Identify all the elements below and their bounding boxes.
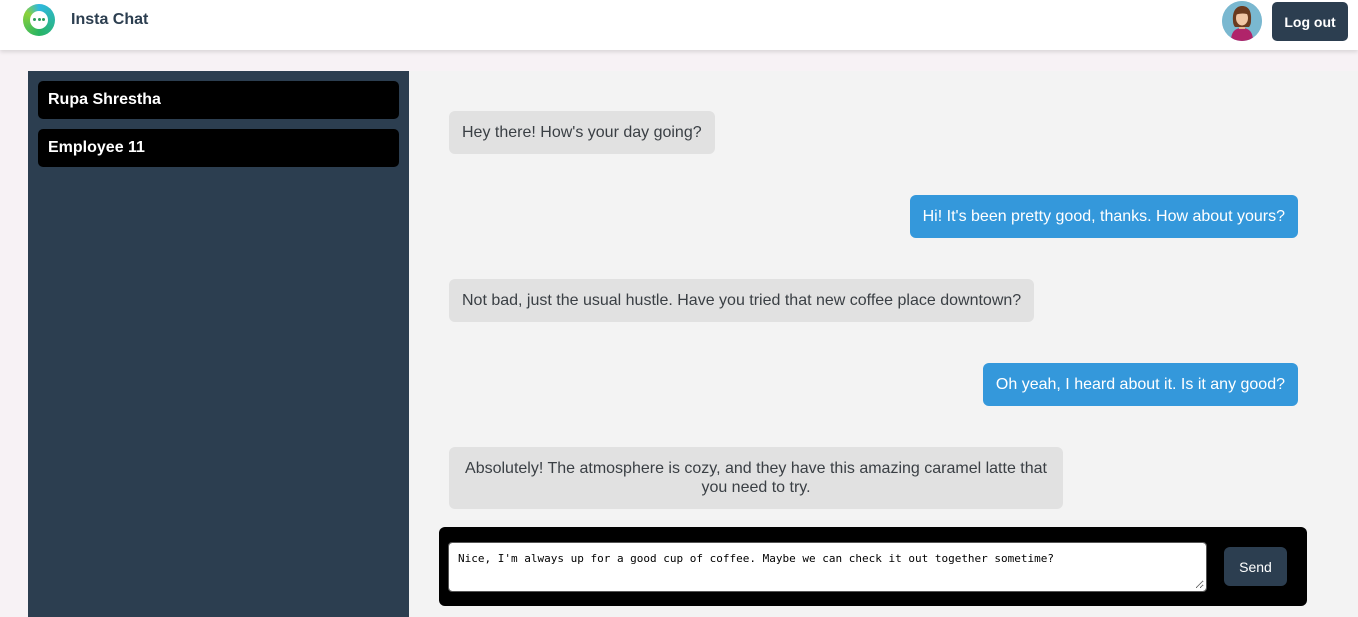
message-sent: Oh yeah, I heard about it. Is it any goo… xyxy=(982,363,1298,406)
chat-logo-icon xyxy=(23,4,55,36)
app-title: Insta Chat xyxy=(71,11,149,28)
contact-item-employee-11[interactable]: Employee 11 xyxy=(38,129,399,167)
top-bar: Insta Chat Log out xyxy=(0,0,1358,50)
message-received: Absolutely! The atmosphere is cozy, and … xyxy=(449,447,1063,509)
woman-avatar-icon xyxy=(1222,1,1262,41)
message-sent: Hi! It's been pretty good, thanks. How a… xyxy=(909,195,1298,238)
message-input[interactable]: Nice, I'm always up for a good cup of co… xyxy=(448,542,1207,592)
user-avatar[interactable] xyxy=(1222,1,1262,41)
message-composer: Nice, I'm always up for a good cup of co… xyxy=(439,527,1307,606)
contacts-sidebar: Rupa Shrestha Employee 11 xyxy=(28,71,409,617)
message-received: Not bad, just the usual hustle. Have you… xyxy=(449,279,1035,322)
contact-item-rupa-shrestha[interactable]: Rupa Shrestha xyxy=(38,81,399,119)
message-received: Hey there! How's your day going? xyxy=(449,111,715,154)
logout-button[interactable]: Log out xyxy=(1272,2,1348,41)
send-button[interactable]: Send xyxy=(1224,547,1287,586)
